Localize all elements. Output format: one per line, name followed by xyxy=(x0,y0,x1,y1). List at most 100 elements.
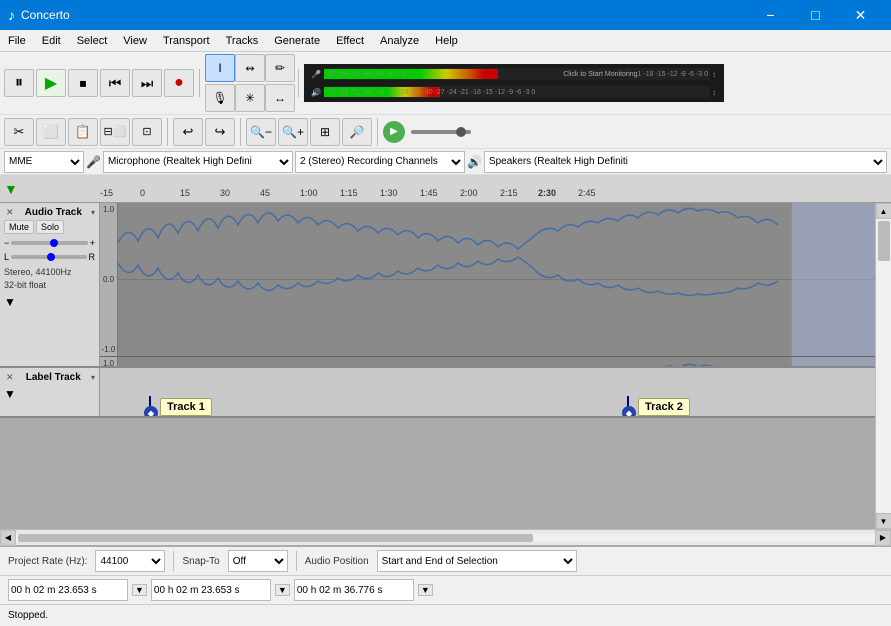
label-track-name: Label Track xyxy=(26,372,81,383)
zoom-buttons: 🔍− 🔍+ ⊞ 🔎 xyxy=(246,118,372,146)
track1-icon: ◆ xyxy=(144,406,158,416)
timeline-ruler[interactable]: ▼ -15 0 15 30 45 1:00 1:15 1:30 1:45 2:0… xyxy=(0,175,891,203)
paste-button[interactable]: 📋 xyxy=(68,118,98,146)
pan-slider[interactable] xyxy=(11,255,86,259)
menu-effect[interactable]: Effect xyxy=(328,30,372,52)
audio-track: ✕ Audio Track ▾ Mute Solo − + xyxy=(0,203,875,368)
end-value-input[interactable] xyxy=(294,579,414,601)
audio-track-close[interactable]: ✕ xyxy=(4,207,16,218)
select-tool[interactable]: I xyxy=(205,54,235,82)
zoom-sel-button[interactable]: 🔎 xyxy=(342,118,372,146)
project-rate-select[interactable]: 44100 xyxy=(95,550,165,572)
sep1 xyxy=(199,69,200,97)
minimize-button[interactable]: − xyxy=(748,0,793,30)
menu-generate[interactable]: Generate xyxy=(266,30,328,52)
maximize-button[interactable]: □ xyxy=(793,0,838,30)
zoom-out-button[interactable]: 🔍− xyxy=(246,118,276,146)
audio-waveform[interactable]: 1.0 0.0 -1.0 xyxy=(100,203,875,366)
waveform-ch2 xyxy=(118,357,875,366)
hscrollbar[interactable]: ◀ ▶ xyxy=(0,529,891,545)
menu-edit[interactable]: Edit xyxy=(34,30,69,52)
vscroll-down[interactable]: ▼ xyxy=(876,513,891,529)
ruler-mark: 2:15 xyxy=(500,188,518,198)
label-track-controls: ✕ Label Track ▾ ▼ xyxy=(0,368,100,416)
menu-transport[interactable]: Transport xyxy=(155,30,218,52)
snap-to-label: Snap-To xyxy=(182,556,219,567)
vscroll-track[interactable] xyxy=(876,219,891,513)
label-track: ✕ Label Track ▾ ▼ ◆ Track 1 xyxy=(0,368,875,418)
vscrollbar[interactable]: ▲ ▼ xyxy=(875,203,891,529)
pos-down-btn[interactable]: ▼ xyxy=(132,584,147,596)
menu-help[interactable]: Help xyxy=(427,30,466,52)
ruler-mark: 1:30 xyxy=(380,188,398,198)
device-row: MME 🎤 Microphone (Realtek High Defini 2 … xyxy=(0,149,891,175)
microphone-select[interactable]: Microphone (Realtek High Defini xyxy=(103,151,293,173)
scale-labels-ch2: 1.0 0.0 -1.0 xyxy=(100,357,118,366)
undo-redo: ↩ ↪ xyxy=(173,118,235,146)
prev-button[interactable]: ⏮ xyxy=(100,69,130,97)
end-down-btn[interactable]: ▼ xyxy=(418,584,433,596)
track2-text: Track 2 xyxy=(638,398,690,416)
footer-sep2 xyxy=(296,551,297,571)
hscroll-left[interactable]: ◀ xyxy=(0,530,16,546)
ruler-mark: 2:45 xyxy=(578,188,596,198)
waveform-svg-ch2 xyxy=(118,357,875,366)
speakers-select[interactable]: Speakers (Realtek High Definiti xyxy=(484,151,887,173)
menu-file[interactable]: File xyxy=(0,30,34,52)
host-select[interactable]: MME xyxy=(4,151,84,173)
waveform-ch1 xyxy=(118,203,875,356)
selection-type-select[interactable]: Start and End of Selection xyxy=(377,550,577,572)
ruler-mark: 1:00 xyxy=(300,188,318,198)
speaker-icon: 🔊 xyxy=(467,155,482,169)
audio-pos-input[interactable] xyxy=(8,579,128,601)
vu-meters: 🎤 -57 -54 -51 -48 -45 -42 -3 Click to St… xyxy=(304,64,724,102)
label-track-area[interactable]: ◆ Track 1 ◆ Track 2 xyxy=(100,368,875,416)
cut-button[interactable]: ✂ xyxy=(4,118,34,146)
draw-tool[interactable]: ✏ xyxy=(265,54,295,82)
redo-button[interactable]: ↪ xyxy=(205,118,235,146)
solo-button[interactable]: Solo xyxy=(36,220,64,234)
hscroll-right[interactable]: ▶ xyxy=(875,530,891,546)
menu-tracks[interactable]: Tracks xyxy=(218,30,267,52)
volume-slider[interactable] xyxy=(11,241,87,245)
menu-view[interactable]: View xyxy=(115,30,155,52)
stop-button[interactable]: ⏹ xyxy=(68,69,98,97)
pause-button[interactable]: ⏸ xyxy=(4,69,34,97)
playback-slider[interactable] xyxy=(411,130,471,134)
undo-button[interactable]: ↩ xyxy=(173,118,203,146)
play-button[interactable]: ▶ xyxy=(36,69,66,97)
mute-button[interactable]: Mute xyxy=(4,220,34,234)
zoom-in-button[interactable]: 🔍+ xyxy=(278,118,308,146)
silence-button[interactable]: ⊡ xyxy=(132,118,162,146)
label-track-close[interactable]: ✕ xyxy=(4,372,16,383)
ruler-mark: 1:45 xyxy=(420,188,438,198)
trim-button[interactable]: ⊟⬜ xyxy=(100,118,130,146)
hscroll-thumb[interactable] xyxy=(18,534,533,542)
zoom-fit-button[interactable]: ⊞ xyxy=(310,118,340,146)
audio-track-dropdown[interactable]: ▾ xyxy=(91,208,95,217)
track-down-btn[interactable]: ▼ xyxy=(4,295,95,309)
channels-select[interactable]: 2 (Stereo) Recording Channels xyxy=(295,151,465,173)
vscroll-up[interactable]: ▲ xyxy=(876,203,891,219)
label-track-down-btn[interactable]: ▼ xyxy=(4,387,95,401)
record-button[interactable]: ● xyxy=(164,69,194,97)
close-button[interactable]: ✕ xyxy=(838,0,883,30)
toolbar-row1: ⏸ ▶ ⏹ ⏮ ⏭ ● I ↭ ✏ 🎙 ✳ ↔ 🎤 -57 -54 -51 -4… xyxy=(0,52,891,115)
timeshift-tool[interactable]: ↔ xyxy=(265,84,295,112)
vscroll-thumb[interactable] xyxy=(878,221,890,261)
start-value-input[interactable] xyxy=(151,579,271,601)
menu-select[interactable]: Select xyxy=(69,30,116,52)
start-down-btn[interactable]: ▼ xyxy=(275,584,290,596)
main-area: ✕ Audio Track ▾ Mute Solo − + xyxy=(0,203,891,529)
zoom-tool[interactable]: ✳ xyxy=(235,84,265,112)
menu-analyze[interactable]: Analyze xyxy=(372,30,427,52)
copy-button[interactable]: ⬜ xyxy=(36,118,66,146)
envelope-tool[interactable]: ↭ xyxy=(235,54,265,82)
hscroll-track[interactable] xyxy=(16,534,875,542)
snap-to-select[interactable]: Off xyxy=(228,550,288,572)
next-button[interactable]: ⏭ xyxy=(132,69,162,97)
label-track-dropdown[interactable]: ▾ xyxy=(91,373,95,382)
mic-tool[interactable]: 🎙 xyxy=(205,84,235,112)
menubar: File Edit Select View Transport Tracks G… xyxy=(0,30,891,52)
green-play-button[interactable] xyxy=(383,121,405,143)
